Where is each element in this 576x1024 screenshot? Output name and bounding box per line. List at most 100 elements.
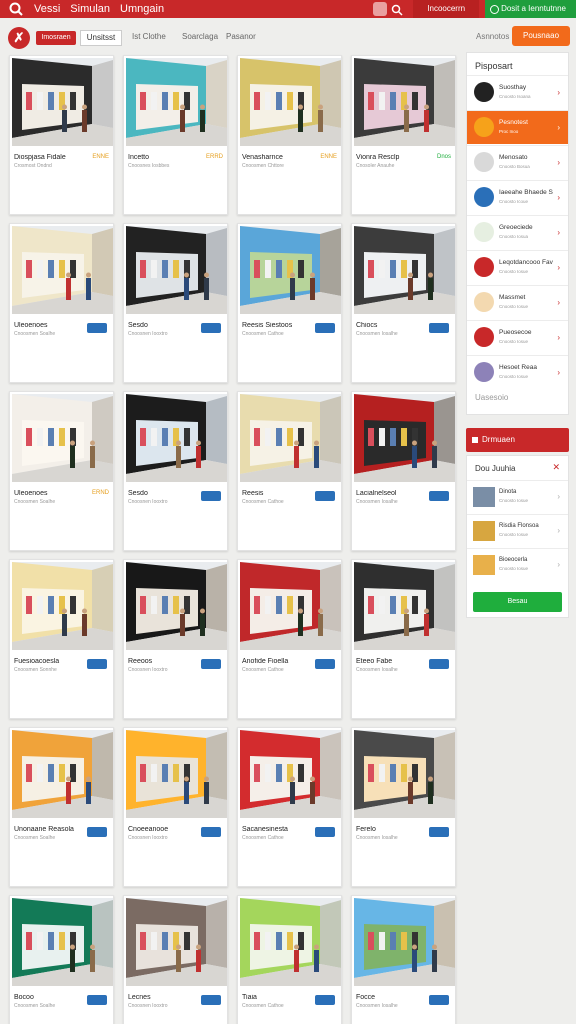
close-icon[interactable]: ✕ (552, 462, 560, 473)
card-title: Chiocs (356, 322, 378, 329)
card-subtitle: Cnosoler Anauhe (356, 163, 395, 169)
card-view-button[interactable] (87, 659, 107, 669)
card-title: Reeoos (128, 658, 153, 665)
mini-panel: Dou Juuhia ✕ Dinota Cnoosto Iosue › Risdia … (466, 455, 569, 618)
sidebar-item[interactable]: Iaeeahe Bhaede Sushas lasa Cnoosto Icoue › (467, 180, 568, 214)
category-pill-active[interactable]: Imosraen (36, 31, 76, 45)
card-subtitle: Cnoosmen Cathoe (242, 667, 284, 673)
store-card[interactable]: Uleoenoes Cnoosmen Soalhe (9, 223, 114, 383)
nav-link-umngain[interactable]: Umngain (120, 3, 164, 15)
sidebar-footer[interactable]: Uasesoio (475, 393, 508, 402)
store-card[interactable]: Eteeo Fabe Cnoosmen Iosalhe (351, 559, 456, 719)
card-view-button[interactable] (201, 323, 221, 333)
panel-header[interactable]: Drmuaen (466, 428, 569, 452)
sidebar-item[interactable]: Menosato Cnoosto Bosua › (467, 145, 568, 179)
store-card[interactable]: Tiaia Cnoosmen Cathoe (237, 895, 342, 1024)
card-title: Unonaane Reasola (14, 826, 74, 833)
card-title: Sesdo (128, 322, 148, 329)
brand-logo-icon (474, 362, 494, 382)
card-view-button[interactable] (315, 995, 335, 1005)
card-view-button[interactable] (315, 659, 335, 669)
logo-icon[interactable]: ✗ (8, 27, 30, 49)
cta-button[interactable]: Dosit a Ienntutnne (485, 0, 576, 18)
store-card[interactable]: Sesdo Cnoosnen Iooxtro (123, 391, 228, 551)
filter-button[interactable]: Pousnaao (512, 26, 570, 46)
card-view-button[interactable] (87, 995, 107, 1005)
sidebar-item[interactable]: Pueosecoe Cnoosto Iosue › (467, 320, 568, 354)
card-view-button[interactable] (429, 323, 449, 333)
storefront-image (12, 58, 113, 146)
card-view-button[interactable] (201, 659, 221, 669)
card-view-button[interactable] (315, 323, 335, 333)
panel-list-item[interactable]: Bioeocerla Cnoosto Iosue › (467, 548, 568, 581)
sidebar-title: Pisposart (475, 61, 513, 71)
store-card[interactable]: Cnoeeanooe Cnoosnen Iooxtro (123, 727, 228, 887)
sidebar-item[interactable]: Greoeciede Cnoosto Iosua › (467, 215, 568, 249)
storefront-image (354, 58, 455, 146)
card-title: Cnoeeanooe (128, 826, 169, 833)
sidebar-item-sublabel: Proc Inoo (499, 129, 519, 134)
card-view-button[interactable] (201, 995, 221, 1005)
sort-label[interactable]: Asnnotos (476, 32, 509, 41)
sidebar-item[interactable]: Hesoet Reaa Cnoosto Iosue › (467, 355, 568, 389)
store-card[interactable]: Reesis Cnoosmen Cathoe (237, 391, 342, 551)
store-card[interactable]: Incetto Cnoosnes Iosbbes ERRD (123, 55, 228, 215)
card-badge: Dnos (436, 154, 451, 160)
card-subtitle: Cnoosmen Iosalhe (356, 667, 398, 673)
store-card[interactable]: Ferelo Cnoosmen Iosalhe (351, 727, 456, 887)
subnav-link[interactable]: Pasanor (226, 32, 256, 41)
store-card[interactable]: Reeoos Cnoosnen Iooxtro (123, 559, 228, 719)
header-search-icon[interactable] (391, 3, 403, 16)
card-view-button[interactable] (429, 659, 449, 669)
category-pill[interactable]: Unsitsst (80, 30, 122, 46)
sidebar-item[interactable]: Leqotdancooo Favoele Drseod Cnoosto Iosue… (467, 250, 568, 284)
store-card[interactable]: Diospjasa Fidale Crosmost Ondnd ENNE (9, 55, 114, 215)
store-card[interactable]: Venasharnce Cnoosmen Chttore ENNE (237, 55, 342, 215)
storefront-image (354, 226, 455, 314)
nav-link-simulan[interactable]: Simulan (70, 3, 110, 15)
card-view-button[interactable] (429, 491, 449, 501)
card-title: Lecnes (128, 994, 151, 1001)
subnav-link[interactable]: Ist Clothe (132, 32, 166, 41)
panel-list-item[interactable]: Risdia Flonsoa Cnoosto Iosue › (467, 514, 568, 547)
brand-logo-icon (474, 327, 494, 347)
panel-list-item[interactable]: Dinota Cnoosto Iosue › (467, 480, 568, 513)
sidebar-item-label: Massmet (499, 294, 526, 301)
sidebar-panel: Pisposart Suosthay Cnoosto Isoana › Pesnote… (466, 52, 569, 415)
store-card[interactable]: Lacialnelseol Cnoosmen Iosalhe (351, 391, 456, 551)
panel-action-button[interactable]: Besau (473, 592, 562, 612)
store-card[interactable]: Lecnes Cnoosnen Iooxtro (123, 895, 228, 1024)
storefront-image (126, 730, 227, 818)
subnav-link[interactable]: Soarclaga (182, 32, 218, 41)
chevron-right-icon: › (557, 298, 560, 307)
store-card[interactable]: Sesdo Cnoosnen Iooxtro (123, 223, 228, 383)
sidebar-item[interactable]: Suosthay Cnoosto Isoana › (467, 75, 568, 109)
card-view-button[interactable] (429, 995, 449, 1005)
store-card[interactable]: Chiocs Cnoosmen Iosalhe (351, 223, 456, 383)
store-card[interactable]: Bocoo Cnoosmen Soalhe (9, 895, 114, 1024)
storefront-image (240, 730, 341, 818)
card-view-button[interactable] (87, 323, 107, 333)
store-card[interactable]: Focce Cnoosmen Iosalhe (351, 895, 456, 1024)
card-view-button[interactable] (201, 491, 221, 501)
sidebar-item[interactable]: Pesnotest Proc Inoo › (467, 110, 568, 144)
card-view-button[interactable] (87, 827, 107, 837)
store-card[interactable]: Anofide Fioella Cnoosmen Cathoe (237, 559, 342, 719)
store-card[interactable]: Vionra Resclp Cnosoler Anauhe Dnos (351, 55, 456, 215)
login-button[interactable]: Incoocerrn (413, 0, 480, 18)
store-card[interactable]: Fuesioacoesla Cnoosmen Sonnhe (9, 559, 114, 719)
store-card[interactable]: Sacanesinesta Cnoosmen Cathoe (237, 727, 342, 887)
nav-link-vessi[interactable]: Vessi (34, 3, 60, 15)
card-view-button[interactable] (201, 827, 221, 837)
card-view-button[interactable] (429, 827, 449, 837)
notification-icon[interactable] (373, 2, 388, 16)
card-view-button[interactable] (315, 827, 335, 837)
store-card[interactable]: Unonaane Reasola Cnoosmen Soalhe (9, 727, 114, 887)
card-title: Uleoenoes (14, 490, 48, 497)
sidebar-item[interactable]: Massmet Cnoosto Iosue › (467, 285, 568, 319)
search-icon[interactable] (8, 1, 24, 17)
card-view-button[interactable] (315, 491, 335, 501)
store-card[interactable]: Uleoenoes Cnoosmen Soalhe ERND (9, 391, 114, 551)
store-card[interactable]: Reesis Siestoos Cnoosmen Cathoe (237, 223, 342, 383)
storefront-image (12, 394, 113, 482)
